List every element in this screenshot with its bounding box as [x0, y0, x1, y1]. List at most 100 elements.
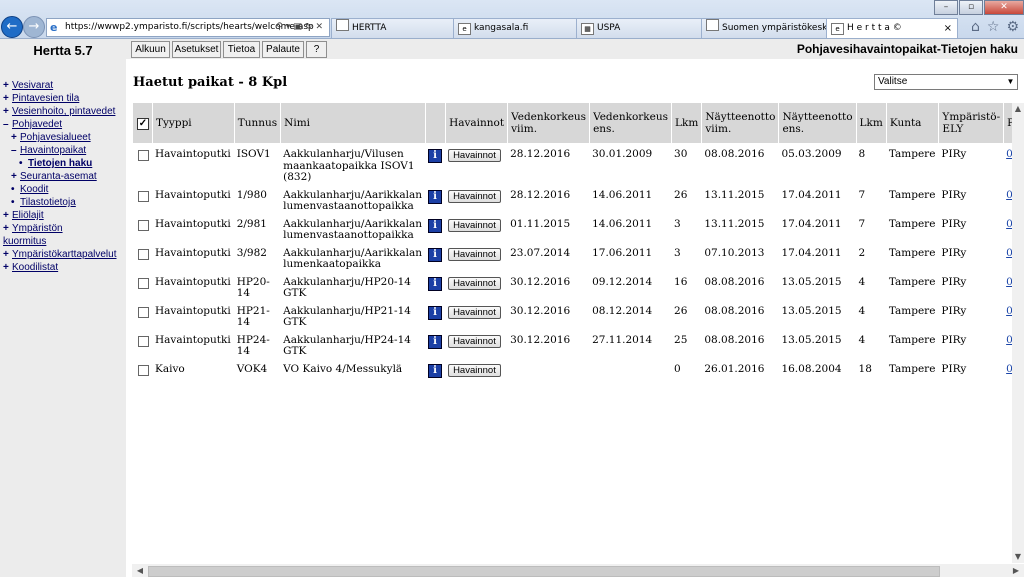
observations-cell: Havainnot: [445, 213, 507, 242]
scroll-right-icon[interactable]: ▶: [1010, 564, 1022, 577]
info-cell: i: [425, 143, 445, 184]
observations-cell: Havainnot: [445, 300, 507, 329]
vertical-scrollbar[interactable]: ▲ ▼: [1012, 103, 1024, 563]
search-icon[interactable]: ⚲: [276, 22, 286, 32]
sidebar-item[interactable]: + Ympäristökarttapalvelut: [0, 248, 126, 261]
maximize-button[interactable]: ▫: [959, 0, 983, 15]
cell-tunnus: HP24-14: [236, 333, 270, 357]
info-icon[interactable]: i: [428, 276, 443, 291]
minimize-button[interactable]: –: [934, 0, 958, 15]
cell-tyyppi: Havaintoputki: [155, 188, 231, 201]
scroll-up-icon[interactable]: ▲: [1012, 103, 1024, 115]
select-all-checkbox[interactable]: ✓: [137, 117, 149, 130]
table-row: Havaintoputki 3/982 Aakkulanharju/Aarikkal…: [132, 242, 1012, 271]
row-checkbox[interactable]: [138, 248, 149, 260]
row-checkbox[interactable]: [138, 150, 149, 161]
cell-vk-ens: 27.11.2014: [592, 333, 653, 346]
scroll-down-icon[interactable]: ▼: [1012, 551, 1024, 563]
observations-button[interactable]: Havainnot: [448, 149, 501, 162]
sidebar-item[interactable]: + Koodilistat: [0, 261, 126, 274]
row-select-cell: [132, 300, 152, 329]
aquifer-cell: 0483701: [1003, 329, 1012, 358]
cell-vk-ens: 08.12.2014: [592, 304, 653, 317]
info-icon[interactable]: i: [428, 247, 443, 262]
expand-icon: +: [3, 223, 9, 234]
cell-lkm2: 4: [858, 275, 866, 288]
sidebar-item[interactable]: + Ympäristön kuormitus: [0, 222, 83, 248]
horizontal-scrollbar[interactable]: ◀ ▶: [132, 564, 1024, 577]
close-window-button[interactable]: ✕: [984, 0, 1024, 15]
address-bar[interactable]: e https://wwwp2.ymparisto.fi/scripts/hear…: [46, 18, 330, 37]
scrollbar-thumb[interactable]: [148, 566, 940, 577]
cell-lkm1: 26: [674, 304, 688, 317]
bullet-icon: •: [19, 158, 23, 169]
row-checkbox[interactable]: [138, 306, 149, 318]
row-checkbox[interactable]: [138, 277, 149, 289]
observations-cell: Havainnot: [445, 358, 507, 387]
menu-palaute-button[interactable]: Palaute: [262, 41, 304, 58]
menu-alkuun-button[interactable]: Alkuun: [131, 41, 170, 58]
observations-button[interactable]: Havainnot: [448, 363, 501, 377]
sidebar-item[interactable]: + Vesivarat: [0, 79, 126, 92]
sidebar-item[interactable]: + Eliölajit: [0, 209, 126, 222]
info-icon[interactable]: i: [428, 305, 443, 320]
sidebar-item[interactable]: • Koodit: [0, 183, 126, 196]
row-checkbox[interactable]: [138, 190, 149, 202]
browser-tab[interactable]: HERTTA: [331, 18, 455, 38]
cell-vk-viim: 23.07.2014: [510, 246, 571, 259]
tab-label: H e r t t a ©: [847, 23, 902, 33]
cell-lkm1: 16: [674, 275, 688, 288]
browser-tab[interactable]: Suomen ympäristökeskus > ...: [701, 18, 829, 38]
row-checkbox[interactable]: [138, 335, 149, 347]
observations-button[interactable]: Havainnot: [448, 247, 501, 261]
cell-lkm2: 4: [858, 333, 866, 346]
browser-tab[interactable]: e kangasala.fi: [453, 18, 577, 38]
browser-tab[interactable]: ▦ USPA: [576, 18, 702, 38]
close-icon[interactable]: ✕: [315, 22, 326, 32]
favorites-star-icon[interactable]: ☆: [987, 19, 1000, 35]
observations-button[interactable]: Havainnot: [448, 334, 501, 348]
aquifer-cell: 0483701: [1003, 213, 1012, 242]
sidebar-item-label: Eliölajit: [12, 210, 44, 221]
cell-nimi: Aakkulanharju/HP21-14 GTK: [283, 304, 411, 328]
row-checkbox[interactable]: [138, 364, 149, 376]
sidebar-item[interactable]: + Vesienhoito, pintavedet: [0, 105, 126, 118]
info-cell: i: [425, 242, 445, 271]
page-icon: [336, 19, 349, 31]
info-icon[interactable]: i: [428, 363, 443, 378]
cell-ely: PIRy: [941, 217, 967, 230]
sidebar-item[interactable]: • Tilastotietoja: [0, 196, 126, 209]
observations-button[interactable]: Havainnot: [448, 189, 501, 203]
sidebar-item[interactable]: – Havaintopaikat: [0, 144, 126, 157]
observations-button[interactable]: Havainnot: [448, 305, 501, 319]
sidebar-item[interactable]: + Seuranta-asemat: [0, 170, 126, 183]
cell-nt-viim: 13.11.2015: [704, 188, 765, 201]
sidebar-item[interactable]: + Pintavesien tila: [0, 92, 126, 105]
observations-button[interactable]: Havainnot: [448, 218, 501, 232]
tab-close-icon[interactable]: ×: [944, 19, 952, 38]
settings-gear-icon[interactable]: ⚙: [1006, 19, 1019, 35]
sidebar-item[interactable]: + Pohjavesialueet: [0, 131, 126, 144]
observations-button[interactable]: Havainnot: [448, 276, 501, 290]
info-icon[interactable]: i: [428, 149, 443, 163]
refresh-icon[interactable]: ↻: [305, 22, 316, 32]
info-cell: i: [425, 184, 445, 213]
menu-asetukset-button[interactable]: Asetukset: [172, 41, 221, 58]
info-icon[interactable]: i: [428, 189, 443, 204]
browser-tab-active[interactable]: eH e r t t a © ×: [826, 18, 958, 38]
sidebar-item-label: Seuranta-asemat: [20, 171, 97, 182]
column-header: Ympäristö-ELY: [938, 103, 1004, 143]
forward-button[interactable]: →: [23, 16, 45, 38]
action-select[interactable]: Valitse ▼: [874, 74, 1018, 90]
menu-help-button[interactable]: ?: [306, 41, 327, 58]
cell-ely: PIRy: [941, 246, 967, 259]
home-icon[interactable]: ⌂: [971, 19, 980, 35]
sidebar-item[interactable]: • Tietojen haku: [0, 157, 126, 170]
row-checkbox[interactable]: [138, 219, 149, 231]
menu-tietoa-button[interactable]: Tietoa: [223, 41, 260, 58]
sidebar-item[interactable]: – Pohjavedet: [0, 118, 126, 131]
info-icon[interactable]: i: [428, 334, 443, 349]
info-icon[interactable]: i: [428, 218, 443, 233]
back-button[interactable]: ←: [1, 16, 23, 38]
scroll-left-icon[interactable]: ◀: [134, 564, 146, 577]
